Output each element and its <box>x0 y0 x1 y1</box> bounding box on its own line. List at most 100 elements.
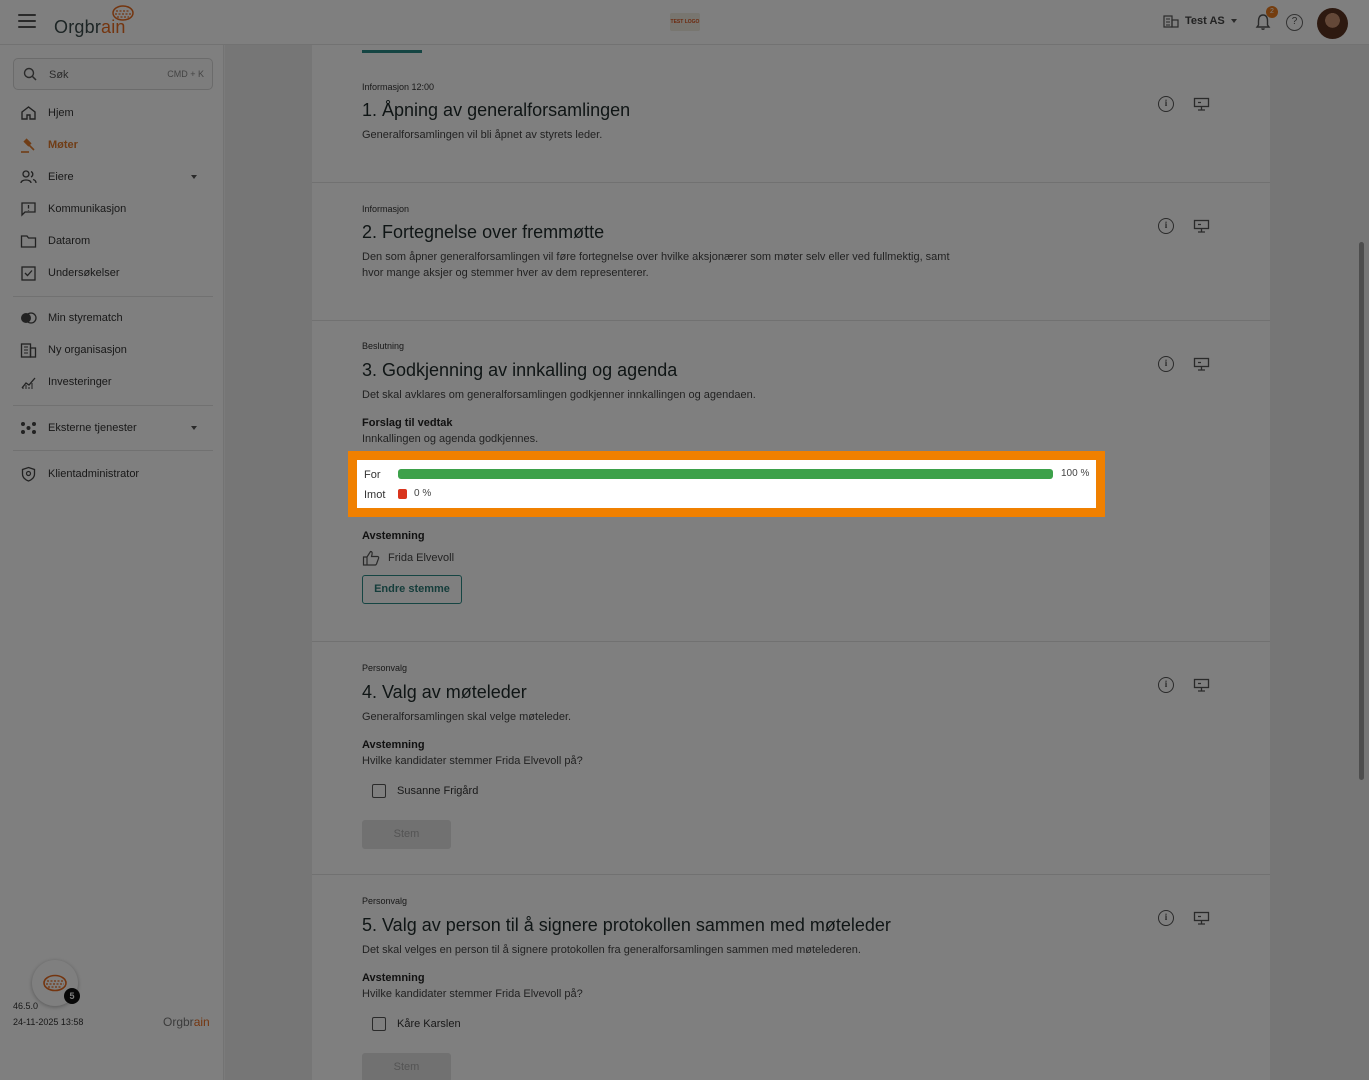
vote-button[interactable]: Stem <box>362 1053 451 1080</box>
search-label: Søk <box>49 69 69 81</box>
sidebar-item-moter[interactable]: Møter <box>0 129 224 161</box>
chevron-down-icon <box>191 175 197 179</box>
presentation-icon[interactable] <box>1193 678 1210 692</box>
building-icon <box>1163 15 1179 28</box>
sidebar-item-hjem[interactable]: Hjem <box>0 97 224 129</box>
organization-name: Test AS <box>1185 15 1225 27</box>
home-icon <box>21 106 36 120</box>
item-actions: i <box>1158 96 1218 114</box>
services-icon <box>21 422 36 434</box>
sidebar-item-label: Klientadministrator <box>48 468 140 480</box>
top-bar: Orgbrain TEST LOGO Test AS 2 ? <box>0 0 1369 45</box>
presentation-icon[interactable] <box>1193 911 1210 925</box>
sidebar-item-label: Eksterne tjenester <box>48 422 137 434</box>
for-label: For <box>364 469 381 481</box>
sidebar-item-eiere[interactable]: Eiere <box>0 161 224 193</box>
item-title: 3. Godkjenning av innkalling og agenda <box>362 360 678 380</box>
footer-logo-text-a: Orgbr <box>163 1015 194 1029</box>
item-description: Generalforsamlingen skal velge møteleder… <box>362 711 572 723</box>
info-icon[interactable]: i <box>1158 218 1174 234</box>
agenda-item: Informasjon 12:00 1. Åpning av generalfo… <box>312 54 1270 182</box>
item-actions: i <box>1158 677 1218 695</box>
vote-button[interactable]: Stem <box>362 820 451 849</box>
sidebar-item-min-styrematch[interactable]: Min styrematch <box>0 302 224 334</box>
info-icon[interactable]: i <box>1158 96 1174 112</box>
sidebar-item-klientadministrator[interactable]: Klientadministrator <box>0 458 224 490</box>
sidebar-item-label: Kommunikasjon <box>48 203 127 215</box>
vote-results: For 100 % Imot 0 % <box>348 451 1105 517</box>
building-icon <box>20 343 37 358</box>
scrollbar[interactable] <box>1359 242 1364 780</box>
item-type: Informasjon <box>362 204 410 214</box>
candidate-checkbox[interactable] <box>372 1017 386 1031</box>
app-version: 46.5.0 <box>13 1001 39 1011</box>
avatar[interactable] <box>1317 8 1348 39</box>
proposal-heading: Forslag til vedtak <box>362 417 453 429</box>
sidebar-item-eksterne-tjenester[interactable]: Eksterne tjenester <box>0 412 224 444</box>
info-icon[interactable]: i <box>1158 677 1174 693</box>
item-actions: i <box>1158 218 1218 236</box>
change-vote-button[interactable]: Endre stemme <box>362 575 462 604</box>
item-type: Informasjon 12:00 <box>362 82 435 92</box>
item-actions: i <box>1158 356 1218 374</box>
menu-icon[interactable] <box>18 14 36 28</box>
sidebar: Søk CMD + K Hjem Møter Eiere Kommunikasj… <box>0 45 224 1080</box>
voting-heading: Avstemning <box>362 530 425 542</box>
candidate-checkbox[interactable] <box>372 784 386 798</box>
version-date: 24-11-2025 13:58 <box>13 1017 84 1027</box>
agenda-item: Informasjon 2. Fortegnelse over fremmøtt… <box>312 182 1270 320</box>
sidebar-item-datarom[interactable]: Datarom <box>0 225 224 257</box>
candidate-option[interactable]: Susanne Frigård <box>372 784 478 798</box>
brain-icon <box>112 5 134 21</box>
sidebar-item-ny-organisasjon[interactable]: Ny organisasjon <box>0 334 224 366</box>
chart-icon <box>21 377 36 389</box>
agenda-item: Personvalg 4. Valg av møteleder Generalf… <box>312 641 1270 875</box>
folder-icon <box>20 235 37 248</box>
sidebar-item-undersokelser[interactable]: Undersøkelser <box>0 257 224 289</box>
item-title: 2. Fortegnelse over fremmøtte <box>362 222 605 242</box>
for-bar <box>398 469 1053 479</box>
assistant-badge: 5 <box>64 988 80 1004</box>
sidebar-item-label: Ny organisasjon <box>48 344 127 356</box>
item-type: Personvalg <box>362 896 408 906</box>
shield-icon <box>21 466 36 482</box>
info-icon[interactable]: i <box>1158 356 1174 372</box>
candidate-name: Kåre Karslen <box>397 1018 461 1030</box>
sidebar-item-label: Eiere <box>48 171 74 183</box>
logo-text-a: Orgbr <box>54 17 102 37</box>
against-label: Imot <box>364 489 386 501</box>
presentation-icon[interactable] <box>1193 219 1210 233</box>
item-type: Beslutning <box>362 341 405 351</box>
info-icon[interactable]: i <box>1158 910 1174 926</box>
active-tab-indicator <box>362 50 422 53</box>
toggle-icon <box>21 312 37 324</box>
sidebar-item-label: Datarom <box>48 235 91 247</box>
voter-name: Frida Elvevoll <box>388 552 455 564</box>
item-description: Det skal velges en person til å signere … <box>362 944 861 956</box>
sidebar-item-kommunikasjon[interactable]: Kommunikasjon <box>0 193 224 225</box>
help-icon[interactable]: ? <box>1286 14 1303 31</box>
survey-icon <box>21 266 36 281</box>
item-type: Personvalg <box>362 663 408 673</box>
organization-switcher[interactable]: Test AS <box>1163 14 1237 28</box>
chevron-down-icon <box>1230 19 1237 23</box>
voting-question: Hvilke kandidater stemmer Frida Elvevoll… <box>362 755 583 767</box>
sidebar-item-investeringer[interactable]: Investeringer <box>0 366 224 398</box>
item-title: 4. Valg av møteleder <box>362 682 527 702</box>
gavel-icon <box>21 138 35 153</box>
message-icon <box>21 202 36 217</box>
presentation-icon[interactable] <box>1193 97 1210 111</box>
sidebar-divider <box>13 405 213 406</box>
voter-row: Frida Elvevoll <box>362 550 454 566</box>
sidebar-item-label: Investeringer <box>48 376 112 388</box>
notification-badge: 2 <box>1266 6 1278 18</box>
for-percentage: 100 % <box>1061 468 1090 479</box>
voting-heading: Avstemning <box>362 739 425 751</box>
voting-question: Hvilke kandidater stemmer Frida Elvevoll… <box>362 988 583 1000</box>
candidate-option[interactable]: Kåre Karslen <box>372 1017 461 1031</box>
item-title: 1. Åpning av generalforsamlingen <box>362 100 631 120</box>
presentation-icon[interactable] <box>1193 357 1210 371</box>
agenda-item: Personvalg 5. Valg av person til å signe… <box>312 874 1270 1080</box>
chevron-down-icon <box>191 426 197 430</box>
search-input[interactable]: Søk CMD + K <box>13 58 213 90</box>
